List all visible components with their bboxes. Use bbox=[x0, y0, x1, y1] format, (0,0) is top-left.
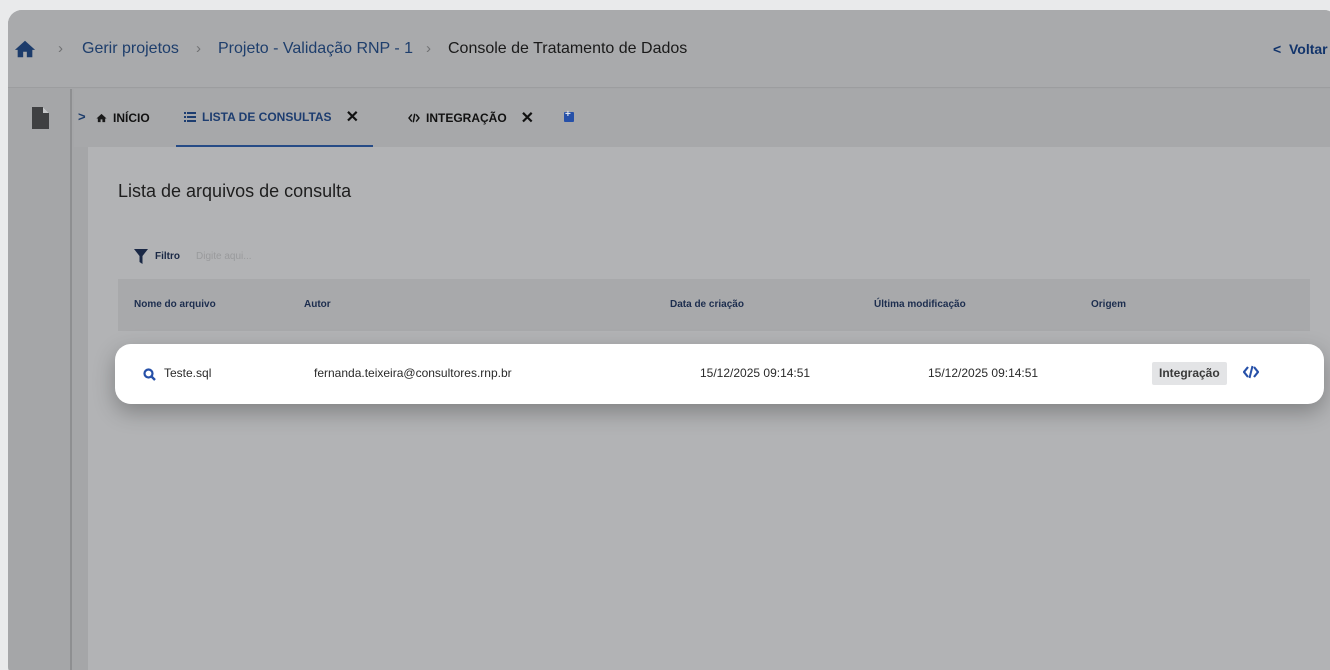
list-icon bbox=[184, 112, 196, 122]
filter-icon[interactable] bbox=[134, 249, 148, 264]
table-row[interactable]: Teste.sql fernanda.teixeira@consultores.… bbox=[115, 344, 1324, 404]
breadcrumb-separator: › bbox=[58, 40, 63, 57]
tab-inicio[interactable]: INÍCIO bbox=[96, 89, 150, 147]
column-header-modified[interactable]: Última modificação bbox=[874, 299, 966, 310]
filter-label: Filtro bbox=[155, 251, 180, 262]
code-icon[interactable] bbox=[1243, 365, 1259, 379]
column-header-origin[interactable]: Origem bbox=[1091, 299, 1126, 310]
close-icon[interactable]: ✕ bbox=[346, 107, 359, 127]
home-icon bbox=[96, 113, 107, 123]
breadcrumb-item-projects[interactable]: Gerir projetos bbox=[82, 40, 179, 58]
breadcrumb-item-project[interactable]: Projeto - Validação RNP - 1 bbox=[218, 40, 413, 58]
search-icon[interactable] bbox=[143, 368, 156, 381]
origin-badge: Integração bbox=[1152, 362, 1227, 385]
main-content: Lista de arquivos de consulta Filtro Dig… bbox=[88, 147, 1330, 670]
tab-bar: > INÍCIO LISTA DE CONSULTAS ✕ INTEGRAÇÃO… bbox=[74, 89, 1330, 147]
code-icon bbox=[408, 113, 420, 123]
home-icon[interactable] bbox=[14, 39, 36, 59]
file-name[interactable]: Teste.sql bbox=[164, 366, 211, 380]
column-header-created[interactable]: Data de criação bbox=[670, 299, 744, 310]
created-date: 15/12/2025 09:14:51 bbox=[700, 366, 811, 380]
page-title: Lista de arquivos de consulta bbox=[118, 181, 352, 201]
file-icon[interactable] bbox=[32, 107, 49, 129]
breadcrumb-item-current: Console de Tratamento de Dados bbox=[448, 40, 688, 57]
column-header-name[interactable]: Nome do arquivo bbox=[134, 299, 216, 310]
table-header: Nome do arquivo Autor Data de criação Úl… bbox=[118, 279, 1310, 331]
tab-label: LISTA DE CONSULTAS bbox=[202, 110, 332, 124]
column-header-author[interactable]: Autor bbox=[304, 299, 331, 310]
side-panel bbox=[8, 89, 72, 670]
tab-lista-de-consultas[interactable]: LISTA DE CONSULTAS ✕ bbox=[176, 89, 373, 147]
breadcrumb: › Gerir projetos › Projeto - Validação R… bbox=[8, 10, 1330, 88]
author-email: fernanda.teixeira@consultores.rnp.br bbox=[314, 366, 512, 380]
tab-label: INTEGRAÇÃO bbox=[426, 111, 507, 125]
tab-integracao[interactable]: INTEGRAÇÃO ✕ bbox=[408, 89, 534, 147]
add-tab-icon[interactable] bbox=[564, 109, 574, 122]
filter-input[interactable]: Digite aqui... bbox=[196, 251, 252, 262]
tab-label: INÍCIO bbox=[113, 111, 150, 125]
app-window: › Gerir projetos › Projeto - Validação R… bbox=[8, 10, 1330, 670]
chevron-right-icon[interactable]: > bbox=[78, 109, 86, 124]
filter-bar: Filtro Digite aqui... bbox=[134, 249, 252, 264]
modified-date: 15/12/2025 09:14:51 bbox=[928, 366, 1039, 380]
back-button[interactable]: < Voltar bbox=[1273, 41, 1328, 57]
breadcrumb-separator: › bbox=[426, 40, 431, 57]
close-icon[interactable]: ✕ bbox=[521, 108, 534, 128]
breadcrumb-separator: › bbox=[196, 40, 201, 57]
